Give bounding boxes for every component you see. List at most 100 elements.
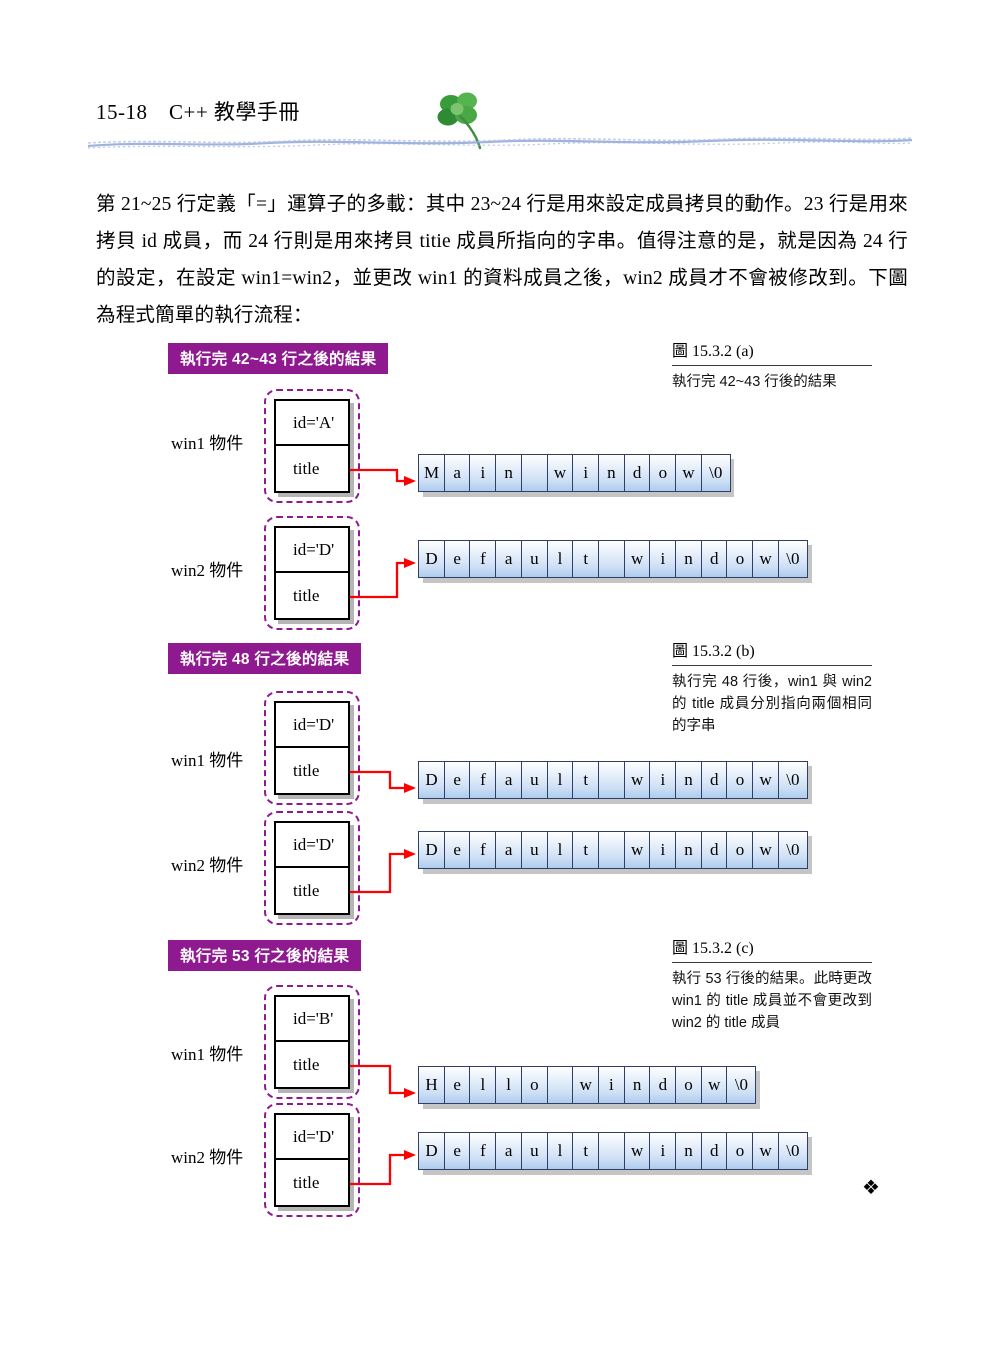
char-cell: n bbox=[597, 454, 625, 492]
char-cell: u bbox=[520, 831, 548, 869]
char-array-c-win1: He l l o w i n d o w \0 bbox=[418, 1066, 757, 1104]
object-title-field-a-win1: title bbox=[293, 458, 320, 478]
char-cell: w bbox=[752, 831, 780, 869]
char-cell: \0 bbox=[726, 1066, 757, 1104]
char-cell: w bbox=[623, 1132, 651, 1170]
char-cell: a bbox=[495, 1132, 523, 1170]
object-label-a-win2: win2 物件 bbox=[171, 561, 244, 580]
object-id-field-b-win2: id='D' bbox=[276, 823, 348, 868]
object-title-field-c-win1: title bbox=[293, 1054, 320, 1074]
object-title-field-a-win2: title bbox=[293, 585, 320, 605]
char-array-b-win2: De f a u l t w i n d o w \0 bbox=[418, 831, 808, 869]
page-header: 15-18 C++ 教學手冊 bbox=[0, 0, 1000, 160]
char-cell bbox=[597, 761, 625, 799]
char-cell: f bbox=[469, 761, 497, 799]
char-cell bbox=[546, 1066, 574, 1104]
char-cell: o bbox=[726, 831, 754, 869]
page-header-title: 15-18 C++ 教學手冊 bbox=[96, 100, 300, 124]
char-cell: w bbox=[675, 454, 703, 492]
char-cell: o bbox=[726, 540, 754, 578]
char-cell: d bbox=[700, 540, 728, 578]
char-cell: d bbox=[700, 761, 728, 799]
object-box-a-win1: id='A' title bbox=[274, 399, 350, 493]
section-banner-c: 執行完 53 行之後的結果 bbox=[168, 940, 362, 971]
char-cell: n bbox=[675, 761, 703, 799]
char-cell: o bbox=[726, 761, 754, 799]
char-cell: D bbox=[418, 761, 445, 799]
char-cell: e bbox=[443, 761, 471, 799]
char-cell: a bbox=[495, 761, 523, 799]
object-label-b-win1: win1 物件 bbox=[171, 751, 244, 770]
object-box-a-win2: id='D' title bbox=[274, 526, 350, 620]
char-cell: w bbox=[752, 540, 780, 578]
char-cell: l bbox=[546, 540, 574, 578]
object-box-b-win2: id='D' title bbox=[274, 821, 350, 915]
char-cell: o bbox=[726, 1132, 754, 1170]
char-cell: e bbox=[443, 1066, 471, 1104]
char-cell bbox=[520, 454, 548, 492]
object-box-c-win1: id='B' title bbox=[274, 995, 350, 1089]
char-cell: l bbox=[546, 761, 574, 799]
object-label-c-win1: win1 物件 bbox=[171, 1045, 244, 1064]
char-cell: \0 bbox=[777, 761, 808, 799]
char-cell: t bbox=[572, 1132, 600, 1170]
char-cell: n bbox=[675, 831, 703, 869]
body-paragraph: 第 21~25 行定義「=」運算子的多載：其中 23~24 行是用來設定成員拷貝… bbox=[96, 194, 908, 326]
section-banner-b: 執行完 48 行之後的結果 bbox=[168, 643, 362, 674]
char-cell: e bbox=[443, 540, 471, 578]
char-cell: d bbox=[700, 831, 728, 869]
char-cell: f bbox=[469, 1132, 497, 1170]
figure-caption-b: 圖 15.3.2 (b) 執行完 48 行後，win1 與 win2 的 tit… bbox=[672, 641, 872, 737]
object-id-field-b-win1: id='D' bbox=[276, 703, 348, 748]
char-cell: l bbox=[469, 1066, 497, 1104]
char-cell: t bbox=[572, 761, 600, 799]
object-id-field-c-win1: id='B' bbox=[276, 997, 348, 1042]
char-cell: n bbox=[495, 454, 523, 492]
caption-title-b: 圖 15.3.2 (b) bbox=[672, 641, 872, 666]
char-cell: a bbox=[495, 540, 523, 578]
char-cell: n bbox=[675, 540, 703, 578]
char-cell: \0 bbox=[700, 454, 731, 492]
object-title-field-c-win2: title bbox=[293, 1172, 320, 1192]
char-cell: o bbox=[675, 1066, 703, 1104]
char-cell: w bbox=[546, 454, 574, 492]
caption-title-a: 圖 15.3.2 (a) bbox=[672, 341, 872, 366]
char-cell bbox=[597, 540, 625, 578]
body-paragraph-block: 第 21~25 行定義「=」運算子的多載：其中 23~24 行是用來設定成員拷貝… bbox=[96, 186, 908, 334]
char-cell: w bbox=[623, 540, 651, 578]
figure-caption-a: 圖 15.3.2 (a) 執行完 42~43 行後的結果 bbox=[672, 341, 872, 393]
char-cell: u bbox=[520, 761, 548, 799]
char-cell: i bbox=[649, 1132, 677, 1170]
object-title-field-b-win1: title bbox=[293, 760, 320, 780]
char-cell: w bbox=[623, 761, 651, 799]
char-cell: l bbox=[546, 1132, 574, 1170]
object-box-c-win2: id='D' title bbox=[274, 1113, 350, 1207]
char-cell: u bbox=[520, 1132, 548, 1170]
figure-caption-c: 圖 15.3.2 (c) 執行 53 行後的結果。此時更改 win1 的 tit… bbox=[672, 938, 872, 1034]
char-cell: i bbox=[597, 1066, 625, 1104]
char-cell: a bbox=[495, 831, 523, 869]
char-cell: a bbox=[443, 454, 471, 492]
char-cell: \0 bbox=[777, 1132, 808, 1170]
char-cell: e bbox=[443, 831, 471, 869]
caption-body-a: 執行完 42~43 行後的結果 bbox=[672, 374, 837, 390]
char-cell: n bbox=[623, 1066, 651, 1104]
char-cell: w bbox=[623, 831, 651, 869]
char-cell bbox=[597, 1132, 625, 1170]
char-array-a-win1: Ma i n w i n d o w \0 bbox=[418, 454, 731, 492]
char-cell: D bbox=[418, 540, 445, 578]
object-id-field-a-win1: id='A' bbox=[276, 401, 348, 446]
char-cell: w bbox=[752, 761, 780, 799]
char-cell: i bbox=[469, 454, 497, 492]
char-cell: o bbox=[649, 454, 677, 492]
char-array-a-win2: De f a u l t w i n d o w \0 bbox=[418, 540, 808, 578]
caption-body-c: 執行 53 行後的結果。此時更改 win1 的 title 成員並不會更改到 w… bbox=[672, 971, 872, 1031]
object-label-b-win2: win2 物件 bbox=[171, 856, 244, 875]
char-cell: f bbox=[469, 540, 497, 578]
figure-15-3-2: 執行完 42~43 行之後的結果 圖 15.3.2 (a) 執行完 42~43 … bbox=[0, 335, 1000, 1235]
char-cell: d bbox=[649, 1066, 677, 1104]
char-array-b-win1: De f a u l t w i n d o w \0 bbox=[418, 761, 808, 799]
object-id-field-a-win2: id='D' bbox=[276, 528, 348, 573]
char-cell: n bbox=[675, 1132, 703, 1170]
section-banner-a: 執行完 42~43 行之後的結果 bbox=[168, 343, 389, 374]
